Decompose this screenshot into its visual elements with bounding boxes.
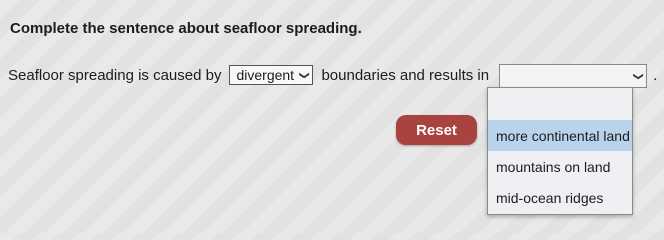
option-blank[interactable] <box>488 88 632 120</box>
result-options-list: more continental land mountains on land … <box>487 87 633 215</box>
option-mountains-on-land[interactable]: mountains on land <box>488 151 632 182</box>
sentence-row: Seafloor spreading is caused by divergen… <box>8 64 658 88</box>
boundary-type-value: divergent <box>236 67 295 83</box>
question-text: Complete the sentence about seafloor spr… <box>10 20 362 37</box>
reset-button[interactable]: Reset <box>396 115 477 145</box>
option-more-continental-land[interactable]: more continental land <box>488 120 632 151</box>
boundary-type-select[interactable]: divergent ❯ <box>229 65 314 85</box>
option-mid-ocean-ridges[interactable]: mid-ocean ridges <box>488 182 632 214</box>
sentence-part-1: Seafloor spreading is caused by <box>8 66 222 84</box>
chevron-down-icon: ❯ <box>298 70 310 80</box>
chevron-down-icon: ❯ <box>632 71 644 81</box>
sentence-part-2: boundaries and results in <box>321 66 490 84</box>
sentence-period: . <box>653 66 658 84</box>
result-select[interactable]: ❯ <box>499 64 648 88</box>
